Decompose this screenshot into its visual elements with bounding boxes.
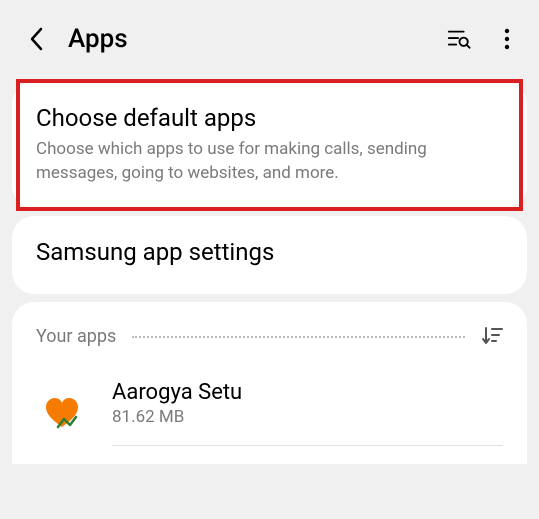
sort-icon[interactable]: [481, 326, 503, 348]
more-icon[interactable]: [495, 27, 519, 51]
app-icon-aarogya-setu: [36, 387, 88, 439]
back-icon[interactable]: [24, 27, 48, 51]
app-name: Aarogya Setu: [112, 380, 503, 405]
page-title: Apps: [68, 24, 447, 54]
card-title: Samsung app settings: [36, 238, 503, 266]
samsung-app-settings-card[interactable]: Samsung app settings: [12, 216, 527, 294]
app-size: 81.62 MB: [112, 407, 503, 427]
search-filter-icon[interactable]: [447, 27, 471, 51]
choose-default-apps-card[interactable]: Choose default apps Choose which apps to…: [12, 82, 527, 208]
card-title: Choose default apps: [36, 104, 503, 132]
card-subtitle: Choose which apps to use for making call…: [36, 138, 503, 186]
divider-dotted: [132, 336, 465, 338]
app-row[interactable]: Aarogya Setu 81.62 MB: [36, 372, 503, 464]
your-apps-section: Your apps Aarogya Setu 81.62 MB: [12, 302, 527, 464]
your-apps-heading: Your apps: [36, 326, 116, 347]
